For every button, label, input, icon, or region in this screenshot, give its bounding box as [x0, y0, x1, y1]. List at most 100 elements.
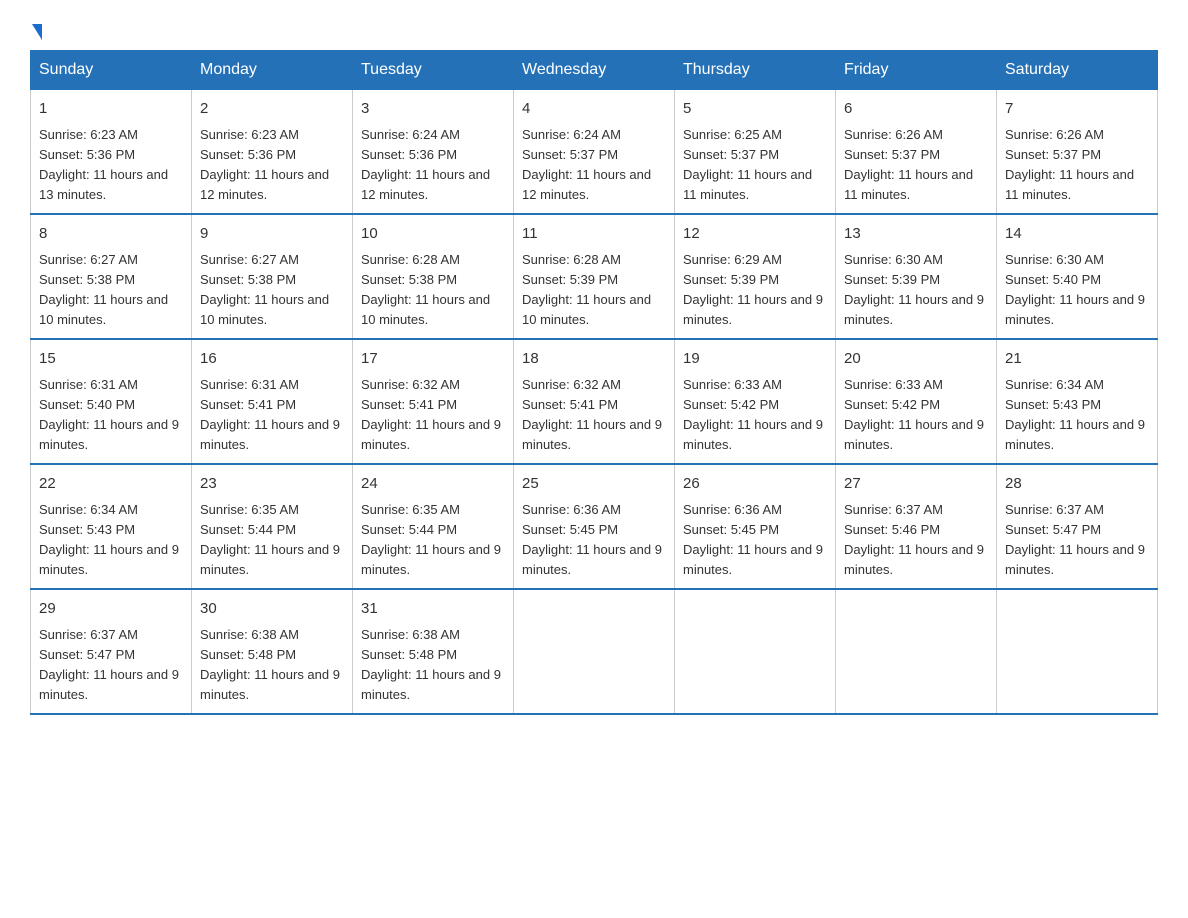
day-number: 5	[683, 98, 827, 121]
calendar-cell: 6 Sunrise: 6:26 AMSunset: 5:37 PMDayligh…	[836, 90, 997, 215]
calendar-cell: 22 Sunrise: 6:34 AMSunset: 5:43 PMDaylig…	[31, 464, 192, 589]
day-info: Sunrise: 6:37 AMSunset: 5:46 PMDaylight:…	[844, 502, 984, 577]
calendar-cell: 25 Sunrise: 6:36 AMSunset: 5:45 PMDaylig…	[514, 464, 675, 589]
calendar-cell: 9 Sunrise: 6:27 AMSunset: 5:38 PMDayligh…	[192, 214, 353, 339]
column-header-friday: Friday	[836, 51, 997, 90]
calendar-cell: 20 Sunrise: 6:33 AMSunset: 5:42 PMDaylig…	[836, 339, 997, 464]
calendar-cell: 28 Sunrise: 6:37 AMSunset: 5:47 PMDaylig…	[997, 464, 1158, 589]
day-info: Sunrise: 6:26 AMSunset: 5:37 PMDaylight:…	[1005, 127, 1134, 202]
day-number: 22	[39, 473, 183, 496]
calendar-cell: 30 Sunrise: 6:38 AMSunset: 5:48 PMDaylig…	[192, 589, 353, 714]
calendar-cell: 15 Sunrise: 6:31 AMSunset: 5:40 PMDaylig…	[31, 339, 192, 464]
day-info: Sunrise: 6:31 AMSunset: 5:40 PMDaylight:…	[39, 377, 179, 452]
day-number: 17	[361, 348, 505, 371]
day-info: Sunrise: 6:28 AMSunset: 5:38 PMDaylight:…	[361, 252, 490, 327]
page-header	[30, 20, 1158, 40]
calendar-cell: 23 Sunrise: 6:35 AMSunset: 5:44 PMDaylig…	[192, 464, 353, 589]
day-info: Sunrise: 6:29 AMSunset: 5:39 PMDaylight:…	[683, 252, 823, 327]
day-number: 31	[361, 598, 505, 621]
day-number: 21	[1005, 348, 1149, 371]
calendar-week-row: 1 Sunrise: 6:23 AMSunset: 5:36 PMDayligh…	[31, 90, 1158, 215]
day-number: 18	[522, 348, 666, 371]
day-info: Sunrise: 6:26 AMSunset: 5:37 PMDaylight:…	[844, 127, 973, 202]
day-info: Sunrise: 6:24 AMSunset: 5:37 PMDaylight:…	[522, 127, 651, 202]
calendar-cell: 11 Sunrise: 6:28 AMSunset: 5:39 PMDaylig…	[514, 214, 675, 339]
calendar-cell: 5 Sunrise: 6:25 AMSunset: 5:37 PMDayligh…	[675, 90, 836, 215]
calendar-cell	[997, 589, 1158, 714]
day-info: Sunrise: 6:23 AMSunset: 5:36 PMDaylight:…	[200, 127, 329, 202]
column-header-monday: Monday	[192, 51, 353, 90]
day-info: Sunrise: 6:35 AMSunset: 5:44 PMDaylight:…	[200, 502, 340, 577]
day-info: Sunrise: 6:37 AMSunset: 5:47 PMDaylight:…	[39, 627, 179, 702]
day-info: Sunrise: 6:37 AMSunset: 5:47 PMDaylight:…	[1005, 502, 1145, 577]
calendar-cell	[514, 589, 675, 714]
day-number: 9	[200, 223, 344, 246]
calendar-week-row: 29 Sunrise: 6:37 AMSunset: 5:47 PMDaylig…	[31, 589, 1158, 714]
day-info: Sunrise: 6:36 AMSunset: 5:45 PMDaylight:…	[522, 502, 662, 577]
day-info: Sunrise: 6:25 AMSunset: 5:37 PMDaylight:…	[683, 127, 812, 202]
day-info: Sunrise: 6:36 AMSunset: 5:45 PMDaylight:…	[683, 502, 823, 577]
calendar-cell: 7 Sunrise: 6:26 AMSunset: 5:37 PMDayligh…	[997, 90, 1158, 215]
calendar-table: SundayMondayTuesdayWednesdayThursdayFrid…	[30, 50, 1158, 715]
column-header-saturday: Saturday	[997, 51, 1158, 90]
day-number: 8	[39, 223, 183, 246]
logo-triangle-icon	[32, 24, 42, 40]
calendar-week-row: 8 Sunrise: 6:27 AMSunset: 5:38 PMDayligh…	[31, 214, 1158, 339]
day-number: 6	[844, 98, 988, 121]
day-number: 30	[200, 598, 344, 621]
day-number: 1	[39, 98, 183, 121]
calendar-cell: 3 Sunrise: 6:24 AMSunset: 5:36 PMDayligh…	[353, 90, 514, 215]
day-number: 3	[361, 98, 505, 121]
day-number: 28	[1005, 473, 1149, 496]
calendar-cell: 21 Sunrise: 6:34 AMSunset: 5:43 PMDaylig…	[997, 339, 1158, 464]
calendar-cell: 10 Sunrise: 6:28 AMSunset: 5:38 PMDaylig…	[353, 214, 514, 339]
calendar-cell: 24 Sunrise: 6:35 AMSunset: 5:44 PMDaylig…	[353, 464, 514, 589]
logo	[30, 20, 42, 40]
day-number: 10	[361, 223, 505, 246]
calendar-week-row: 22 Sunrise: 6:34 AMSunset: 5:43 PMDaylig…	[31, 464, 1158, 589]
column-header-wednesday: Wednesday	[514, 51, 675, 90]
day-info: Sunrise: 6:32 AMSunset: 5:41 PMDaylight:…	[522, 377, 662, 452]
day-number: 14	[1005, 223, 1149, 246]
column-header-sunday: Sunday	[31, 51, 192, 90]
calendar-cell: 4 Sunrise: 6:24 AMSunset: 5:37 PMDayligh…	[514, 90, 675, 215]
calendar-cell: 18 Sunrise: 6:32 AMSunset: 5:41 PMDaylig…	[514, 339, 675, 464]
day-info: Sunrise: 6:38 AMSunset: 5:48 PMDaylight:…	[200, 627, 340, 702]
day-info: Sunrise: 6:31 AMSunset: 5:41 PMDaylight:…	[200, 377, 340, 452]
day-number: 29	[39, 598, 183, 621]
day-info: Sunrise: 6:27 AMSunset: 5:38 PMDaylight:…	[39, 252, 168, 327]
day-info: Sunrise: 6:35 AMSunset: 5:44 PMDaylight:…	[361, 502, 501, 577]
day-info: Sunrise: 6:33 AMSunset: 5:42 PMDaylight:…	[844, 377, 984, 452]
day-number: 2	[200, 98, 344, 121]
day-info: Sunrise: 6:27 AMSunset: 5:38 PMDaylight:…	[200, 252, 329, 327]
day-info: Sunrise: 6:34 AMSunset: 5:43 PMDaylight:…	[39, 502, 179, 577]
day-number: 7	[1005, 98, 1149, 121]
day-number: 15	[39, 348, 183, 371]
day-info: Sunrise: 6:30 AMSunset: 5:40 PMDaylight:…	[1005, 252, 1145, 327]
calendar-cell	[836, 589, 997, 714]
calendar-cell: 19 Sunrise: 6:33 AMSunset: 5:42 PMDaylig…	[675, 339, 836, 464]
day-info: Sunrise: 6:34 AMSunset: 5:43 PMDaylight:…	[1005, 377, 1145, 452]
day-number: 24	[361, 473, 505, 496]
column-header-tuesday: Tuesday	[353, 51, 514, 90]
day-info: Sunrise: 6:28 AMSunset: 5:39 PMDaylight:…	[522, 252, 651, 327]
calendar-cell: 16 Sunrise: 6:31 AMSunset: 5:41 PMDaylig…	[192, 339, 353, 464]
calendar-cell: 2 Sunrise: 6:23 AMSunset: 5:36 PMDayligh…	[192, 90, 353, 215]
calendar-cell: 13 Sunrise: 6:30 AMSunset: 5:39 PMDaylig…	[836, 214, 997, 339]
calendar-cell: 1 Sunrise: 6:23 AMSunset: 5:36 PMDayligh…	[31, 90, 192, 215]
calendar-header-row: SundayMondayTuesdayWednesdayThursdayFrid…	[31, 51, 1158, 90]
day-info: Sunrise: 6:23 AMSunset: 5:36 PMDaylight:…	[39, 127, 168, 202]
calendar-week-row: 15 Sunrise: 6:31 AMSunset: 5:40 PMDaylig…	[31, 339, 1158, 464]
day-info: Sunrise: 6:30 AMSunset: 5:39 PMDaylight:…	[844, 252, 984, 327]
calendar-cell: 14 Sunrise: 6:30 AMSunset: 5:40 PMDaylig…	[997, 214, 1158, 339]
calendar-cell: 26 Sunrise: 6:36 AMSunset: 5:45 PMDaylig…	[675, 464, 836, 589]
day-number: 23	[200, 473, 344, 496]
day-number: 26	[683, 473, 827, 496]
calendar-cell: 27 Sunrise: 6:37 AMSunset: 5:46 PMDaylig…	[836, 464, 997, 589]
day-number: 11	[522, 223, 666, 246]
day-number: 12	[683, 223, 827, 246]
calendar-cell	[675, 589, 836, 714]
calendar-cell: 12 Sunrise: 6:29 AMSunset: 5:39 PMDaylig…	[675, 214, 836, 339]
day-info: Sunrise: 6:38 AMSunset: 5:48 PMDaylight:…	[361, 627, 501, 702]
calendar-cell: 8 Sunrise: 6:27 AMSunset: 5:38 PMDayligh…	[31, 214, 192, 339]
